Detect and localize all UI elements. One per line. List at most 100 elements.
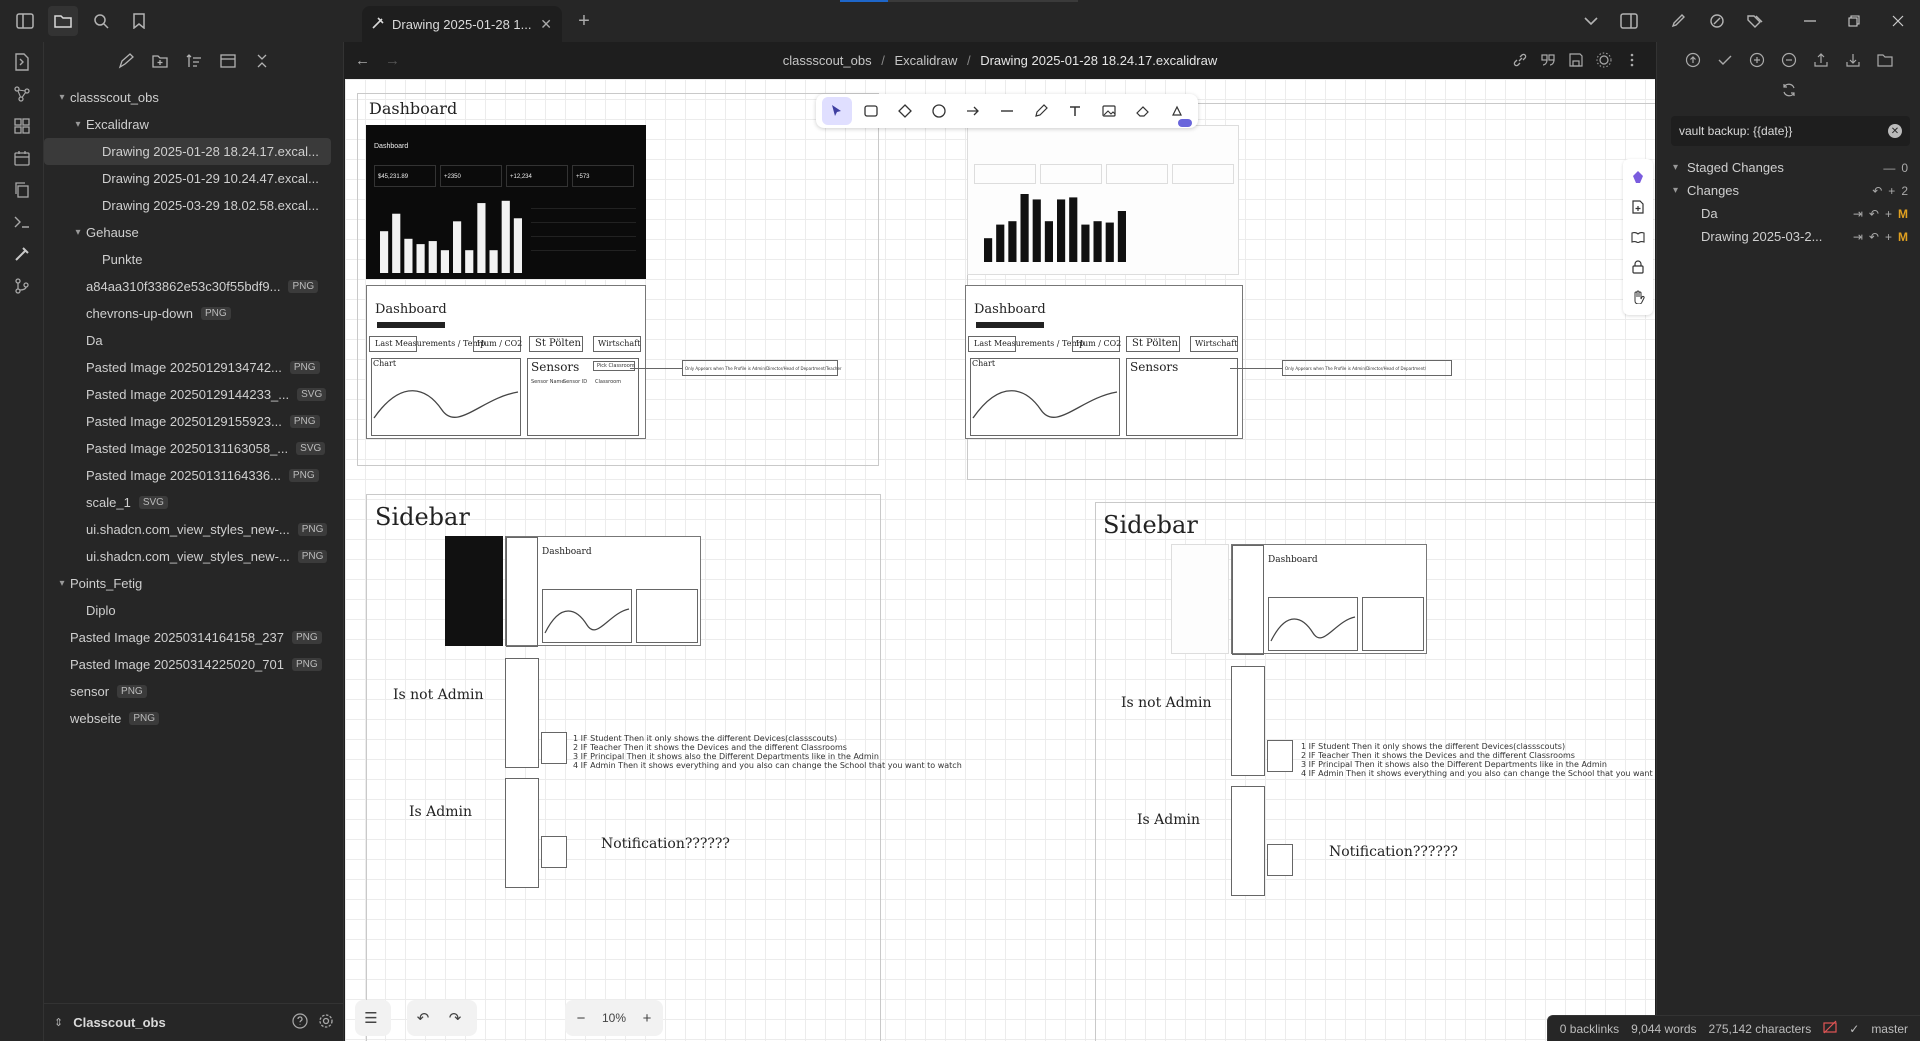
tree-file[interactable]: a84aa310f33862e53c30f55bdf9... PNG (44, 273, 343, 300)
excalidraw-icon[interactable] (0, 238, 44, 270)
arrow-tool-icon[interactable] (958, 97, 988, 125)
tree-file[interactable]: scale_1 SVG (44, 489, 343, 516)
changed-file-row[interactable]: Drawing 2025-03-2... ⇥ ↶ + M (1657, 225, 1920, 248)
copy-pages-icon[interactable] (0, 174, 44, 206)
eraser-tool-icon[interactable] (1128, 97, 1158, 125)
clear-icon[interactable]: ✕ (1888, 124, 1902, 138)
breadcrumb-vault[interactable]: classscout_obs (783, 53, 872, 68)
insert-file-icon[interactable] (1625, 195, 1651, 219)
stage-file-icon[interactable]: + (1885, 230, 1892, 244)
unstage-all-icon[interactable] (1774, 46, 1804, 74)
diamond-tool-icon[interactable] (890, 97, 920, 125)
lock-icon[interactable] (1625, 255, 1651, 279)
folder-icon[interactable] (48, 6, 78, 36)
commit-check-icon[interactable] (1710, 46, 1740, 74)
upload-icon[interactable] (1806, 46, 1836, 74)
plugin-pen-icon[interactable] (1660, 6, 1698, 36)
zoom-out-icon[interactable]: − (565, 1002, 597, 1034)
selection-tool-icon[interactable] (822, 97, 852, 125)
tab-drawing[interactable]: Drawing 2025-01-28 1... ✕ (362, 6, 562, 42)
more-options-icon[interactable] (1619, 47, 1645, 73)
excalidraw-canvas[interactable]: Dashboard Dashboard $45,231.89 +2350 +12… (345, 79, 1655, 1041)
tree-folder-excalidraw[interactable]: ▾ Excalidraw (44, 111, 343, 138)
settings-gear-icon[interactable] (318, 1013, 334, 1032)
obsidian-icon[interactable] (1625, 165, 1651, 189)
tree-file[interactable]: webseite PNG (44, 705, 343, 732)
forward-arrow-icon[interactable]: → (385, 52, 415, 69)
tree-file[interactable]: Drawing 2025-03-29 18.02.58.excal... (44, 192, 343, 219)
text-tool-icon[interactable] (1060, 97, 1090, 125)
dashboard-wireframe-right[interactable]: Dashboard Last Measurements / Temp Hum /… (965, 285, 1243, 439)
new-tab-icon[interactable]: + (571, 8, 597, 34)
dashboard-screenshot-dark[interactable]: Dashboard $45,231.89 +2350 +12,234 +573 (366, 125, 646, 279)
tree-file[interactable]: Da (44, 327, 343, 354)
tree-file[interactable]: ui.shadcn.com_view_styles_new-... PNG (44, 516, 343, 543)
breadcrumb-file[interactable]: Drawing 2025-01-28 18.24.17.excalidraw (980, 53, 1217, 68)
tree-file[interactable]: Pasted Image 20250131163058_... SVG (44, 435, 343, 462)
sort-icon[interactable] (180, 47, 208, 75)
library-book-icon[interactable] (1625, 225, 1651, 249)
new-folder-icon[interactable] (146, 47, 174, 75)
tree-file[interactable]: Pasted Image 20250131164336... PNG (44, 462, 343, 489)
auto-reveal-icon[interactable] (214, 47, 242, 75)
dashboard-screenshot-light[interactable] (967, 125, 1239, 275)
canvas-grid-icon[interactable] (0, 110, 44, 142)
download-icon[interactable] (1838, 46, 1868, 74)
help-icon[interactable] (292, 1013, 308, 1032)
right-sidebar-toggle-icon[interactable] (1610, 6, 1648, 36)
tree-file[interactable]: ui.shadcn.com_view_styles_new-... PNG (44, 543, 343, 570)
tree-file-selected[interactable]: Drawing 2025-01-28 18.24.17.excal... (44, 138, 331, 165)
collapse-all-icon[interactable] (248, 47, 276, 75)
graph-view-icon[interactable] (0, 78, 44, 110)
sidebar-screenshot-dark[interactable] (445, 536, 503, 646)
zoom-level[interactable]: 10% (597, 1002, 631, 1034)
tree-file[interactable]: Drawing 2025-01-29 10.24.47.excal... (44, 165, 343, 192)
rectangle-tool-icon[interactable] (856, 97, 886, 125)
sidebar-toggle-icon[interactable] (10, 6, 40, 36)
commit-check-icon[interactable]: ✓ (1849, 1022, 1859, 1036)
tree-file[interactable]: Pasted Image 20250314164158_237 PNG (44, 624, 343, 651)
unstage-icon[interactable]: — (1883, 161, 1895, 175)
tree-file[interactable]: Pasted Image 20250129134742... PNG (44, 354, 343, 381)
theme-toggle-icon[interactable] (1591, 47, 1617, 73)
close-icon[interactable]: ✕ (540, 16, 552, 33)
minimize-icon[interactable] (1788, 0, 1832, 42)
new-note-icon[interactable] (112, 47, 140, 75)
back-arrow-icon[interactable]: ← (355, 52, 385, 69)
image-tool-icon[interactable] (1094, 97, 1124, 125)
redo-icon[interactable]: ↷ (439, 1002, 471, 1034)
line-tool-icon[interactable] (992, 97, 1022, 125)
shapes-more-icon[interactable] (1162, 97, 1192, 127)
staged-changes-header[interactable]: ▾ Staged Changes — 0 (1657, 156, 1920, 179)
tree-file[interactable]: sensor PNG (44, 678, 343, 705)
link-icon[interactable] (1507, 47, 1533, 73)
ellipse-tool-icon[interactable] (924, 97, 954, 125)
refresh-icon[interactable] (1774, 76, 1804, 104)
stage-all-icon[interactable] (1742, 46, 1772, 74)
calendar-icon[interactable] (0, 142, 44, 174)
tree-folder-root[interactable]: ▾ classscout_obs (44, 84, 343, 111)
open-quick-switcher-icon[interactable] (0, 46, 44, 78)
tree-file[interactable]: chevrons-up-down PNG (44, 300, 343, 327)
changed-file-row[interactable]: Da ⇥ ↶ + M (1657, 202, 1920, 225)
changes-header[interactable]: ▾ Changes ↶ + 2 (1657, 179, 1920, 202)
open-file-icon[interactable]: ⇥ (1853, 207, 1863, 221)
vault-switcher[interactable]: ⇕ Classcout_obs (44, 1003, 344, 1041)
tree-folder-points-fetig[interactable]: ▾ Points_Fetig (44, 570, 343, 597)
tags-icon[interactable] (1736, 6, 1774, 36)
commit-message-input[interactable]: vault backup: {{date}} ✕ (1671, 116, 1910, 146)
quote-icon[interactable] (1535, 47, 1561, 73)
open-folder-icon[interactable] (1870, 46, 1900, 74)
close-window-icon[interactable] (1876, 0, 1920, 42)
search-icon[interactable] (86, 6, 116, 36)
backlinks-count[interactable]: 0 backlinks (1560, 1022, 1619, 1036)
terminal-icon[interactable] (0, 206, 44, 238)
dashboard-wireframe-left[interactable]: Dashboard Last Measurements / Temp Hum /… (366, 285, 646, 439)
discard-all-icon[interactable]: ↶ (1872, 184, 1882, 198)
save-icon[interactable] (1563, 47, 1589, 73)
hamburger-menu-icon[interactable]: ☰ (355, 1002, 387, 1034)
hand-pan-icon[interactable] (1625, 285, 1651, 309)
discard-icon[interactable]: ↶ (1869, 207, 1879, 221)
plugin-pen-alt-icon[interactable] (1698, 6, 1736, 36)
open-file-icon[interactable]: ⇥ (1853, 230, 1863, 244)
